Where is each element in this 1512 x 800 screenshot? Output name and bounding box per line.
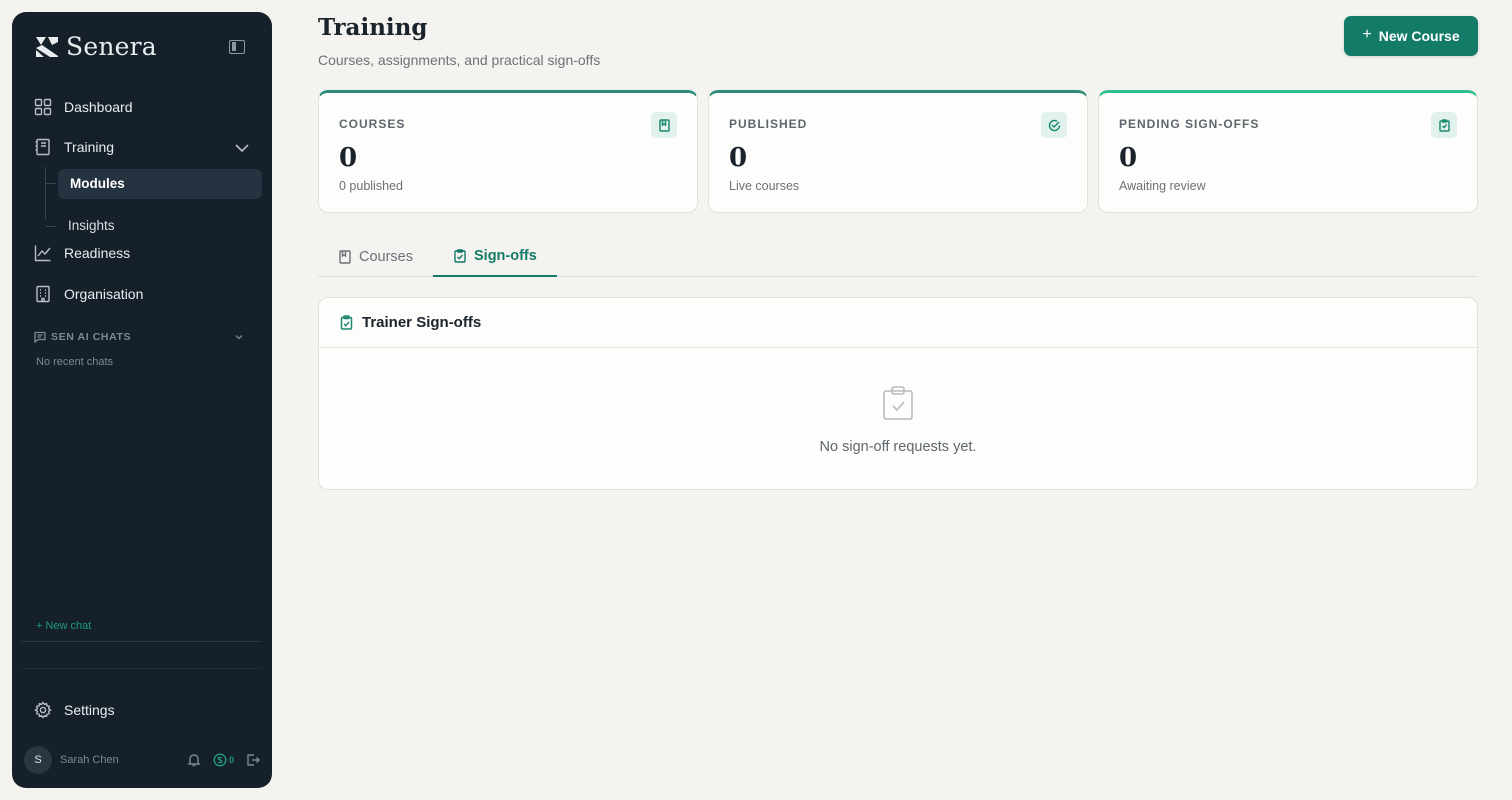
sidebar-item-label: Organisation — [64, 286, 144, 302]
sidebar-item-dashboard[interactable]: Dashboard — [34, 95, 133, 119]
clipboard-icon — [340, 315, 353, 330]
page-title: Training — [318, 14, 428, 41]
no-chats-text: No recent chats — [36, 356, 114, 368]
chats-section-header[interactable]: SEN AI CHATS — [34, 331, 250, 343]
stat-card-courses: COURSES 0 0 published — [318, 90, 698, 213]
subtree-line — [45, 167, 47, 220]
stat-label: PENDING SIGN-OFFS — [1119, 117, 1260, 131]
sidebar-item-label: Settings — [64, 702, 115, 718]
credits-badge[interactable]: 0 — [213, 753, 234, 767]
stat-label: COURSES — [339, 117, 406, 131]
new-chat-link[interactable]: + New chat — [36, 620, 91, 632]
clipboard-icon — [454, 248, 466, 263]
sidebar: Senera Dashboard Training Modules Insigh… — [12, 12, 272, 788]
user-name: Sarah Chen — [60, 754, 119, 766]
stat-value: 0 — [1119, 143, 1138, 173]
book-icon — [34, 138, 52, 156]
tab-label: Sign-offs — [474, 247, 537, 264]
logout-icon[interactable] — [246, 753, 260, 767]
sidebar-item-label: Training — [64, 139, 115, 155]
new-course-label: New Course — [1378, 28, 1460, 44]
stat-card-pending-signoffs: PENDING SIGN-OFFS 0 Awaiting review — [1098, 90, 1478, 213]
sidebar-subitem-insights[interactable]: Insights — [68, 218, 115, 233]
divider — [22, 641, 262, 642]
grid-icon — [34, 98, 52, 116]
sidebar-item-label: Readiness — [64, 245, 131, 261]
subtree-branch — [46, 183, 56, 184]
stat-caption: Live courses — [729, 179, 800, 193]
clipboard-check-icon — [882, 385, 914, 421]
avatar[interactable]: S — [24, 746, 52, 774]
sidebar-collapse-icon[interactable] — [229, 40, 245, 54]
chevron-down-icon[interactable] — [234, 140, 249, 154]
stat-label: PUBLISHED — [729, 117, 808, 131]
divider — [22, 668, 262, 669]
stat-value: 0 — [339, 143, 358, 173]
user-row: S Sarah Chen 0 — [24, 746, 260, 774]
book-icon — [339, 249, 351, 264]
tab-courses[interactable]: Courses — [318, 236, 433, 277]
logo-mark-icon — [36, 36, 58, 57]
sidebar-item-label: Dashboard — [64, 99, 133, 115]
page-subtitle: Courses, assignments, and practical sign… — [318, 52, 601, 68]
panel-header: Trainer Sign-offs — [319, 298, 1477, 348]
stat-caption: 0 published — [339, 179, 403, 193]
stat-card-published: PUBLISHED 0 Live courses — [708, 90, 1088, 213]
credits-count: 0 — [228, 755, 234, 765]
gear-icon — [34, 701, 52, 719]
new-course-button[interactable]: + New Course — [1344, 16, 1478, 56]
clipboard-icon — [1431, 112, 1457, 138]
trainer-signoffs-panel: Trainer Sign-offs No sign-off requests y… — [318, 297, 1478, 490]
check-circle-icon — [1041, 112, 1067, 138]
brand-name: Senera — [66, 32, 157, 61]
bell-icon[interactable] — [187, 753, 201, 767]
stat-caption: Awaiting review — [1119, 179, 1206, 193]
sidebar-item-training[interactable]: Training — [34, 135, 114, 159]
tab-bar: Courses Sign-offs — [318, 236, 1478, 277]
chat-icon — [34, 331, 46, 343]
plus-icon: + — [1362, 26, 1372, 43]
coin-icon — [213, 753, 227, 767]
empty-state-text: No sign-off requests yet. — [819, 439, 977, 455]
user-actions: 0 — [187, 753, 260, 767]
tab-signoffs[interactable]: Sign-offs — [433, 236, 557, 277]
sidebar-item-readiness[interactable]: Readiness — [34, 241, 130, 265]
book-icon — [651, 112, 677, 138]
panel-title: Trainer Sign-offs — [362, 314, 482, 331]
stat-value: 0 — [729, 143, 748, 173]
brand-logo[interactable]: Senera — [34, 32, 157, 61]
building-icon — [34, 285, 52, 303]
subtree-branch — [46, 226, 56, 227]
tab-label: Courses — [359, 248, 413, 265]
sidebar-item-settings[interactable]: Settings — [34, 698, 115, 722]
trend-chart-icon — [34, 244, 52, 262]
chevron-down-icon[interactable] — [233, 331, 245, 343]
sidebar-item-organisation[interactable]: Organisation — [34, 282, 143, 306]
chats-section-title: SEN AI CHATS — [51, 331, 132, 343]
sidebar-subitem-modules[interactable]: Modules — [58, 169, 262, 199]
